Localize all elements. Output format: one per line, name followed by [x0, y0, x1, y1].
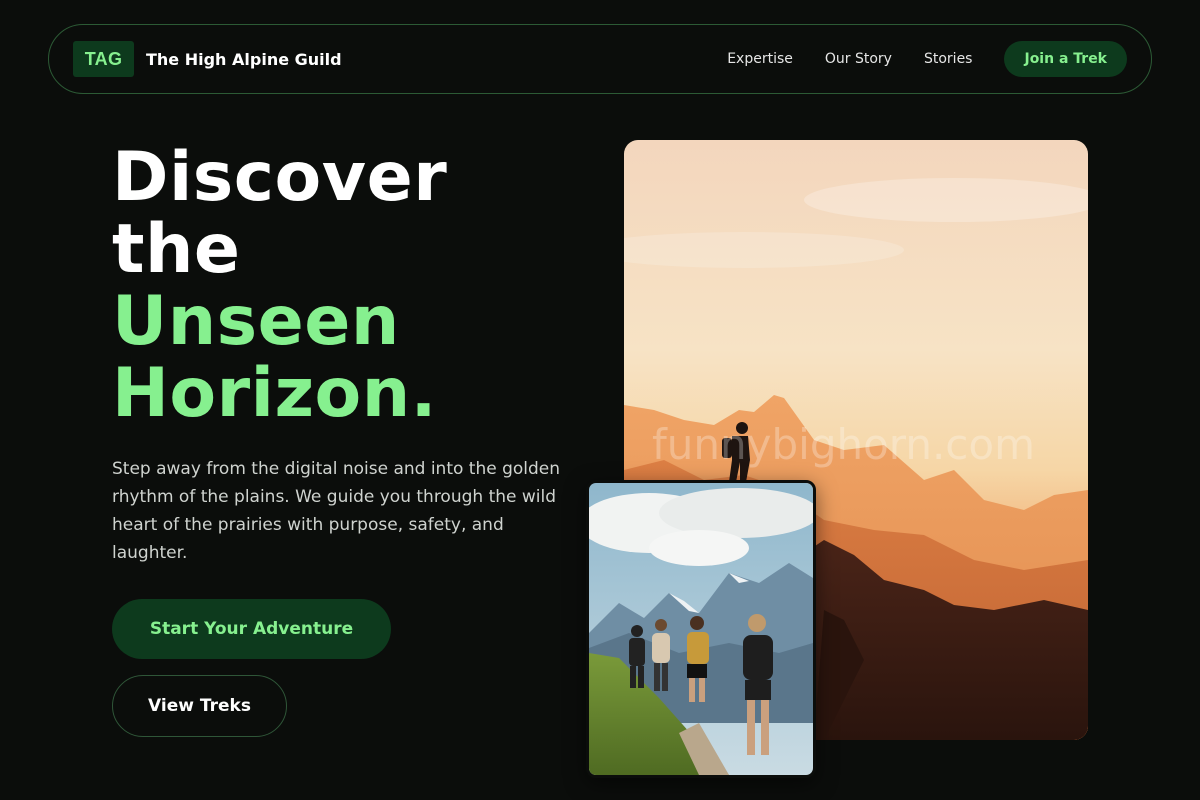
nav-links: Expertise Our Story Stories Join a Trek: [727, 25, 1127, 93]
hero-title: Discover the Unseen Horizon.: [112, 142, 447, 430]
hero-title-accent-line-1: Unseen: [112, 282, 400, 361]
top-navbar: TAG The High Alpine Guild Expertise Our …: [48, 24, 1152, 94]
hero-description: Step away from the digital noise and int…: [112, 459, 561, 563]
hero-image-group-hike: [586, 480, 816, 778]
logo-badge[interactable]: TAG: [73, 41, 134, 77]
nav-link-our-story[interactable]: Our Story: [825, 51, 892, 67]
hero-title-line-1: Discover: [112, 138, 448, 217]
hero-title-accent-line-2: Horizon.: [112, 354, 438, 433]
hero-title-line-2: the: [112, 210, 241, 289]
nav-link-expertise[interactable]: Expertise: [727, 51, 793, 67]
group-hike-illustration: [589, 483, 813, 775]
image-watermark: funnybighorn.com: [652, 420, 1036, 469]
view-treks-button[interactable]: View Treks: [112, 675, 287, 737]
start-adventure-button[interactable]: Start Your Adventure: [112, 599, 391, 659]
brand-name[interactable]: The High Alpine Guild: [146, 25, 342, 93]
nav-link-stories[interactable]: Stories: [924, 51, 973, 67]
join-trek-button[interactable]: Join a Trek: [1004, 41, 1127, 77]
